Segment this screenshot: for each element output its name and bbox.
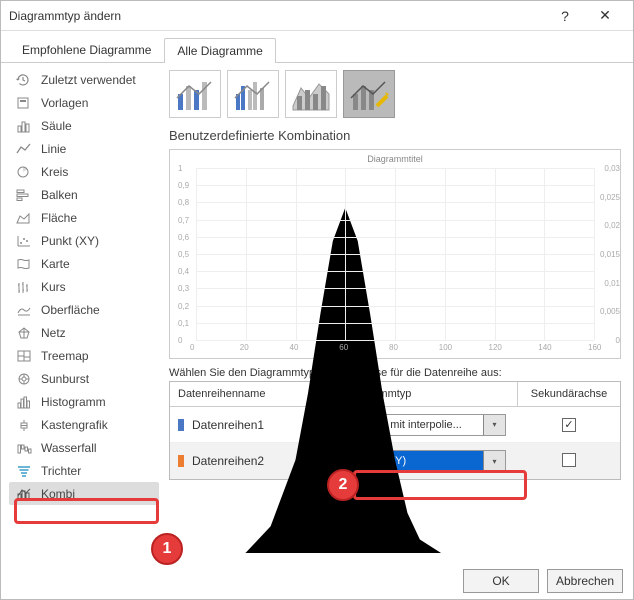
window-title: Diagrammtyp ändern [9,9,545,23]
sidebar-item-label: Säule [41,119,72,133]
ok-button[interactable]: OK [463,569,539,593]
sidebar-item-label: Karte [41,257,70,271]
tab-strip: Empfohlene Diagramme Alle Diagramme [1,31,633,63]
subtype-thumbs [169,70,621,118]
sidebar-item-label: Kombi [41,487,75,501]
sidebar-item-recent[interactable]: Zuletzt verwendet [9,68,159,91]
sidebar-item-surface[interactable]: Oberfläche [9,298,159,321]
dialog-footer: OK Abbrechen [463,569,623,593]
sidebar-item-column[interactable]: Säule [9,114,159,137]
sidebar-item-label: Fläche [41,211,77,225]
annotation-badge-1: 1 [151,533,183,565]
sidebar-item-label: Kurs [41,280,66,294]
histogram-icon [15,394,33,409]
titlebar: Diagrammtyp ändern ? ✕ [1,1,633,31]
sidebar-item-label: Histogramm [41,395,106,409]
sidebar-item-treemap[interactable]: Treemap [9,344,159,367]
subtype-title: Benutzerdefinierte Kombination [169,128,621,143]
boxwhisker-icon [15,417,33,432]
tab-all[interactable]: Alle Diagramme [164,38,275,63]
sidebar-item-pie[interactable]: Kreis [9,160,159,183]
combo-icon [15,486,33,501]
subtype-thumb-4-custom[interactable] [343,70,395,118]
sidebar-item-bar[interactable]: Balken [9,183,159,206]
scatter-icon [15,233,33,248]
sidebar-item-waterfall[interactable]: Wasserfall [9,436,159,459]
sidebar-item-templates[interactable]: Vorlagen [9,91,159,114]
sidebar-item-label: Sunburst [41,372,89,386]
chart-plot-area: 00,10,20,30,40,50,60,70,80,9100,0050,010… [196,168,594,340]
sidebar-item-label: Punkt (XY) [41,234,99,248]
surface-icon [15,302,33,317]
cancel-button[interactable]: Abbrechen [547,569,623,593]
sidebar-item-label: Kastengrafik [41,418,108,432]
sidebar-item-boxwhisker[interactable]: Kastengrafik [9,413,159,436]
templates-icon [15,95,33,110]
sidebar-item-label: Treemap [41,349,89,363]
main-panel: Benutzerdefinierte Kombination Diagrammt… [159,68,625,553]
chart-preview[interactable]: Diagrammtitel 00,10,20,30,40,50,60,70,80… [169,149,621,359]
series-swatch [178,455,184,467]
sidebar-item-label: Balken [41,188,78,202]
sidebar-item-label: Linie [41,142,66,156]
subtype-thumb-3[interactable] [285,70,337,118]
sidebar-item-line[interactable]: Linie [9,137,159,160]
annotation-badge-2: 2 [327,469,359,501]
sidebar-item-scatter[interactable]: Punkt (XY) [9,229,159,252]
sidebar-item-stock[interactable]: Kurs [9,275,159,298]
sidebar-item-label: Vorlagen [41,96,88,110]
column-icon [15,118,33,133]
help-button[interactable]: ? [545,8,585,24]
sunburst-icon [15,371,33,386]
sidebar-item-label: Oberfläche [41,303,100,317]
chart-category-list: Zuletzt verwendet Vorlagen Säule Linie K… [9,68,159,553]
recent-icon [15,72,33,87]
sidebar-item-map[interactable]: Karte [9,252,159,275]
sidebar-item-histogram[interactable]: Histogramm [9,390,159,413]
sidebar-item-label: Trichter [41,464,81,478]
sidebar-item-sunburst[interactable]: Sunburst [9,367,159,390]
pie-icon [15,164,33,179]
stock-icon [15,279,33,294]
bar-icon [15,187,33,202]
sidebar-item-radar[interactable]: Netz [9,321,159,344]
sidebar-item-label: Wasserfall [41,441,97,455]
series-swatch [178,419,184,431]
chart-preview-title: Diagrammtitel [174,154,616,164]
area-icon [15,210,33,225]
close-button[interactable]: ✕ [585,7,625,24]
funnel-icon [15,463,33,478]
sidebar-item-area[interactable]: Fläche [9,206,159,229]
tab-recommended[interactable]: Empfohlene Diagramme [9,37,164,62]
waterfall-icon [15,440,33,455]
sidebar-item-funnel[interactable]: Trichter [9,459,159,482]
line-icon [15,141,33,156]
sidebar-item-label: Netz [41,326,66,340]
treemap-icon [15,348,33,363]
sidebar-item-label: Kreis [41,165,68,179]
sidebar-item-combo[interactable]: Kombi [9,482,159,505]
map-icon [15,256,33,271]
subtype-thumb-2[interactable] [227,70,279,118]
sidebar-item-label: Zuletzt verwendet [41,73,136,87]
radar-icon [15,325,33,340]
subtype-thumb-1[interactable] [169,70,221,118]
